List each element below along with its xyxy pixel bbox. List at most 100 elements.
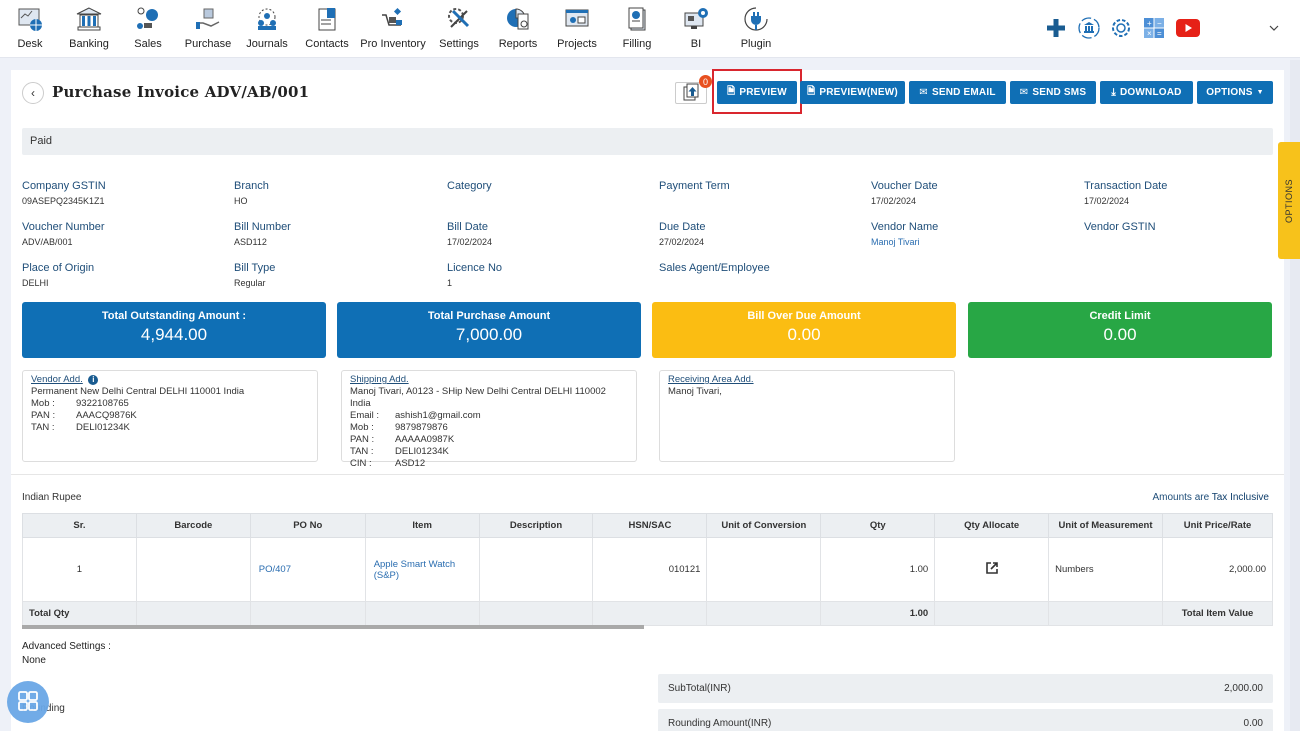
col-hsn-sac: HSN/SAC xyxy=(592,513,708,538)
field-label: Due Date xyxy=(659,221,706,233)
bank-icon xyxy=(74,4,104,34)
field-label: Bill Date xyxy=(447,221,488,233)
table-total-row: Total Qty 1.00 Total Item Value xyxy=(22,601,1273,626)
bank-sync-button[interactable] xyxy=(1076,16,1102,42)
top-navigation: Desk Banking Sales Purchase Journals Con… xyxy=(0,0,1300,58)
settings-button[interactable] xyxy=(1108,16,1134,42)
page-title: Purchase Invoice ADV/AB/001 xyxy=(52,83,310,101)
nav-plugin[interactable]: Plugin xyxy=(721,4,791,50)
add-button[interactable] xyxy=(1043,16,1069,42)
field-label: Payment Term xyxy=(659,180,730,192)
filling-icon xyxy=(622,4,652,34)
field-label: Bill Type xyxy=(234,262,276,274)
calculator-button[interactable]: + − × = xyxy=(1141,16,1167,42)
field-value: HO xyxy=(234,196,248,206)
field-value: 17/02/2024 xyxy=(1084,196,1130,206)
envelope-icon: ✉ xyxy=(919,87,928,98)
svg-text:=: = xyxy=(1157,29,1162,38)
field-value: 17/02/2024 xyxy=(871,196,917,206)
invoice-panel: ‹ Purchase Invoice ADV/AB/001 0 🗎 PREVIEW… xyxy=(11,69,1284,731)
preview-new-button[interactable]: 🗎 PREVIEW(NEW) xyxy=(800,81,905,104)
field-value: 09ASEPQ2345K1Z1 xyxy=(22,196,105,206)
col-unit-price: Unit Price/Rate xyxy=(1162,513,1273,538)
purchase-icon xyxy=(193,4,223,34)
nav-contacts[interactable]: Contacts xyxy=(292,4,362,50)
receiving-address-link[interactable]: Receiving Area Add. xyxy=(668,374,754,385)
field-bill-number: Bill Number ASD112 xyxy=(234,221,434,247)
journals-icon xyxy=(252,4,282,34)
col-po-no: PO No xyxy=(249,513,366,538)
field-vendor-gstin: Vendor GSTIN xyxy=(1084,221,1284,237)
svg-text:−: − xyxy=(1157,19,1162,28)
field-category: Category xyxy=(447,180,647,196)
col-barcode: Barcode xyxy=(135,513,251,538)
items-table: Sr. Barcode PO No Item Description HSN/S… xyxy=(22,513,1273,626)
field-transaction-date: Transaction Date 17/02/2024 xyxy=(1084,180,1284,206)
po-link[interactable]: PO/407 xyxy=(259,564,291,575)
rounding-amount-row: Rounding Amount(INR) 0.00 xyxy=(658,709,1273,731)
field-label: Vendor Name xyxy=(871,221,939,233)
table-horizontal-scrollbar[interactable] xyxy=(22,625,644,629)
field-bill-type: Bill Type Regular xyxy=(234,262,434,288)
svg-text:+: + xyxy=(1147,19,1152,28)
section-divider xyxy=(11,474,1284,475)
info-icon[interactable]: i xyxy=(88,375,99,385)
currency-label: Indian Rupee xyxy=(22,492,82,503)
status-bar: Paid xyxy=(22,128,1273,155)
profile-dropdown[interactable] xyxy=(1261,16,1287,42)
field-place-of-origin: Place of Origin DELHI xyxy=(22,262,222,288)
youtube-icon xyxy=(1176,18,1200,40)
youtube-button[interactable] xyxy=(1175,16,1201,42)
send-sms-button[interactable]: ✉ SEND SMS xyxy=(1010,81,1096,104)
settings-icon xyxy=(444,4,474,34)
field-value: 1 xyxy=(447,278,453,288)
preview-button[interactable]: 🗎 PREVIEW xyxy=(717,81,797,104)
shipping-address-box: Shipping Add. Manoj Tivari, A0123 - SHip… xyxy=(341,370,637,469)
field-value[interactable]: Manoj Tivari xyxy=(871,237,1071,247)
calculator-icon: + − × = xyxy=(1144,17,1164,41)
upload-icon xyxy=(682,83,700,104)
field-label: Transaction Date xyxy=(1084,180,1168,192)
field-company-gstin: Company GSTIN 09ASEPQ2345K1Z1 xyxy=(22,180,222,206)
options-side-tab[interactable]: OPTIONS xyxy=(1278,142,1300,259)
col-qty: Qty xyxy=(820,513,936,538)
item-link[interactable]: Apple Smart Watch (S&P) xyxy=(374,559,455,581)
gear-icon xyxy=(1110,17,1132,42)
contacts-icon xyxy=(312,4,342,34)
back-button[interactable]: ‹ xyxy=(22,82,44,104)
field-label: Voucher Date xyxy=(871,180,938,192)
col-sr: Sr. xyxy=(22,513,137,538)
shipping-address-link[interactable]: Shipping Add. xyxy=(350,374,409,385)
field-due-date: Due Date 27/02/2024 xyxy=(659,221,859,247)
send-email-button[interactable]: ✉ SEND EMAIL xyxy=(909,81,1006,104)
desk-icon xyxy=(15,4,45,34)
grid-icon xyxy=(17,690,39,715)
field-licence-no: Licence No 1 xyxy=(447,262,647,288)
vendor-address-link[interactable]: Vendor Add. xyxy=(31,374,83,385)
chevron-left-icon: ‹ xyxy=(31,86,35,100)
download-button[interactable]: ⤓ DOWNLOAD xyxy=(1100,81,1193,104)
nav-pro-inventory[interactable]: Pro Inventory xyxy=(358,4,428,50)
apps-floating-button[interactable] xyxy=(7,681,49,723)
field-label: Bill Number xyxy=(234,221,291,233)
field-sales-agent-employee: Sales Agent/Employee xyxy=(659,262,859,278)
vendor-address-box: Vendor Add. i Permanent New Delhi Centra… xyxy=(22,370,318,462)
field-label: Voucher Number xyxy=(22,221,105,233)
attachment-count-badge: 0 xyxy=(699,75,712,88)
card-total-outstanding: Total Outstanding Amount : 4,944.00 xyxy=(22,302,326,358)
field-voucher-number: Voucher Number ADV/AB/001 xyxy=(22,221,222,247)
field-value: 27/02/2024 xyxy=(659,237,705,247)
field-label: Category xyxy=(447,180,492,192)
sales-icon xyxy=(133,4,163,34)
bank-sync-icon xyxy=(1077,16,1101,43)
field-bill-date: Bill Date 17/02/2024 xyxy=(447,221,647,247)
plus-icon xyxy=(1046,18,1066,41)
table-row: 1 PO/407 Apple Smart Watch (S&P) 010121 … xyxy=(22,537,1273,602)
field-branch: Branch HO xyxy=(234,180,434,206)
field-value: ADV/AB/001 xyxy=(22,237,73,247)
external-link-icon[interactable] xyxy=(985,562,999,578)
reports-icon xyxy=(503,4,533,34)
field-label: Vendor GSTIN xyxy=(1084,221,1156,233)
options-dropdown-button[interactable]: OPTIONS ▼ xyxy=(1197,81,1273,104)
advanced-settings: Advanced Settings : None xyxy=(22,641,111,666)
